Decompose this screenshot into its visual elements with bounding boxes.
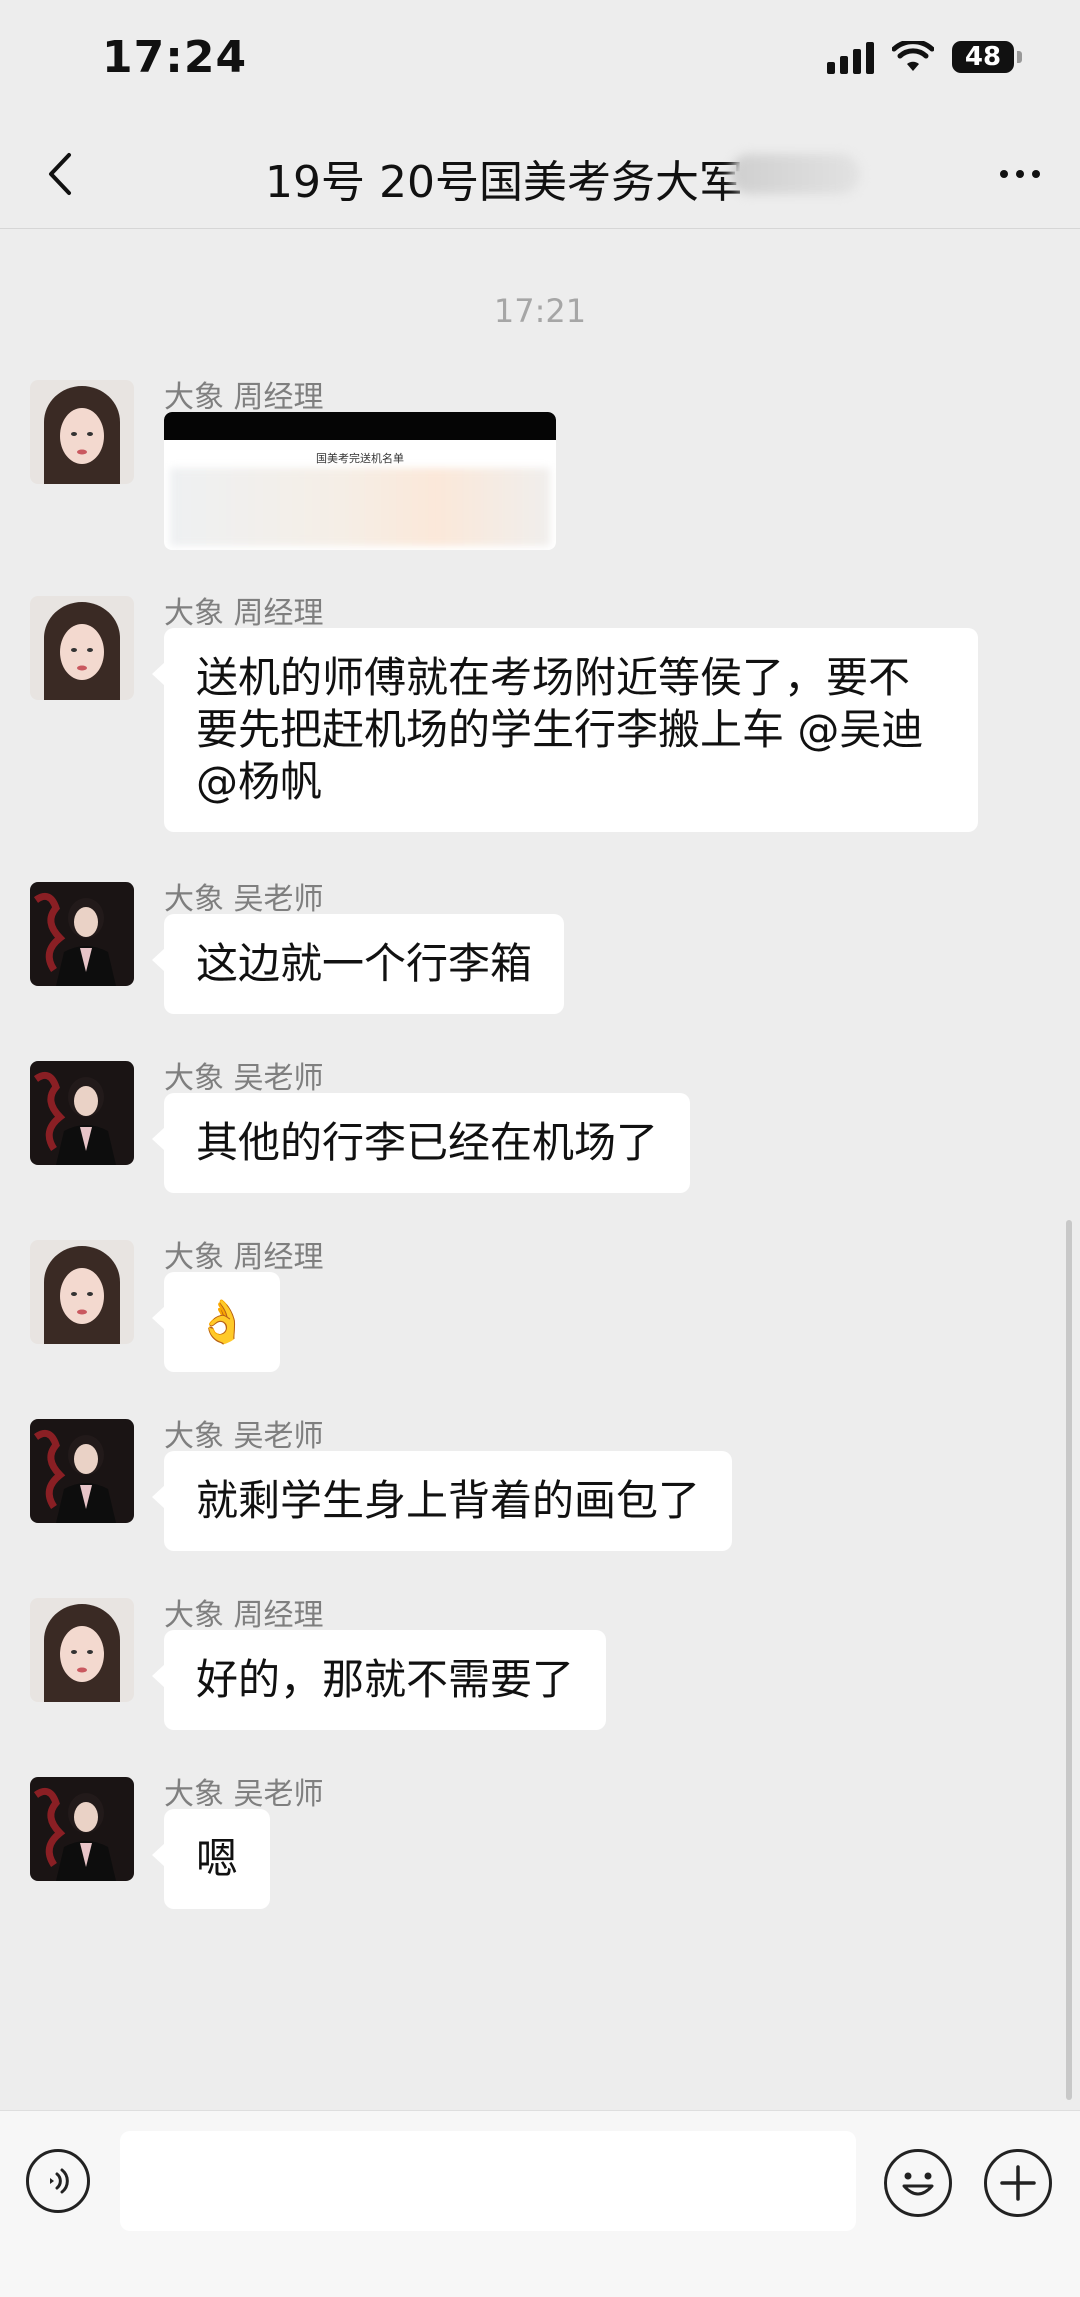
- more-dots-icon: [1000, 170, 1008, 178]
- avatar-wu[interactable]: [30, 1777, 134, 1881]
- voice-icon: [50, 2168, 69, 2194]
- sender-name: 大象 吴老师: [164, 1061, 324, 1096]
- message-bubble[interactable]: 嗯: [151, 1809, 271, 1909]
- avatar-zhou[interactable]: [30, 1240, 134, 1344]
- image-title: 国美考完送机名单: [316, 452, 404, 465]
- message-input[interactable]: [120, 2131, 856, 2231]
- blurred-member-count: [730, 154, 860, 194]
- sender-name: 大象 吴老师: [164, 1777, 324, 1812]
- chat-timestamp: 17:21: [493, 292, 587, 330]
- message-bubble[interactable]: 送机的师傅就在考场附近等侯了，要不要先把赶机场的学生行李搬上车 @吴迪 @杨帆: [152, 628, 978, 832]
- sender-name: 大象 周经理: [164, 1240, 324, 1275]
- sender-name: 大象 周经理: [164, 1598, 324, 1633]
- chat-title: 19号 20号国美考务大军: [265, 157, 743, 208]
- emoji-button[interactable]: [884, 2149, 952, 2217]
- blurred-table: [170, 468, 550, 546]
- input-bar: [0, 2110, 1080, 2297]
- status-icons: 48: [827, 40, 1022, 74]
- sender-name: 大象 周经理: [164, 596, 324, 631]
- more-button[interactable]: [988, 150, 1052, 198]
- wifi-icon: [892, 41, 934, 71]
- message-bubble[interactable]: 就剩学生身上背着的画包了: [151, 1451, 733, 1551]
- battery-icon: 48: [952, 41, 1022, 73]
- voice-button[interactable]: [26, 2149, 90, 2213]
- image-message[interactable]: 国美考完送机名单: [164, 412, 556, 550]
- avatar-zhou[interactable]: [30, 380, 134, 484]
- plus-button[interactable]: [984, 2149, 1052, 2217]
- avatar-wu[interactable]: [30, 1419, 134, 1523]
- status-time: 17:24: [102, 32, 248, 83]
- sender-name: 大象 吴老师: [164, 1419, 324, 1454]
- avatar-zhou[interactable]: [30, 1598, 134, 1702]
- avatar-zhou[interactable]: [30, 596, 134, 700]
- emoji-icon: [902, 2172, 934, 2196]
- message-bubble[interactable]: 这边就一个行李箱: [151, 914, 565, 1014]
- nav-bar: 19号 20号国美考务大军: [0, 120, 1080, 229]
- scrollbar[interactable]: [1066, 1220, 1072, 2100]
- avatar-wu[interactable]: [30, 1061, 134, 1165]
- back-button[interactable]: [30, 144, 90, 204]
- message-bubble[interactable]: 好的，那就不需要了: [151, 1630, 607, 1730]
- sender-name: 大象 吴老师: [164, 882, 324, 917]
- message-bubble[interactable]: 👌: [151, 1272, 281, 1372]
- sender-name: 大象 周经理: [164, 380, 324, 415]
- status-bar: 17:24 48: [0, 0, 1080, 120]
- chevron-left-icon: [49, 153, 71, 195]
- plus-icon: [1000, 2165, 1036, 2201]
- avatar-wu[interactable]: [30, 882, 134, 986]
- signal-icon: [827, 40, 874, 74]
- message-bubble[interactable]: 其他的行李已经在机场了: [151, 1093, 691, 1193]
